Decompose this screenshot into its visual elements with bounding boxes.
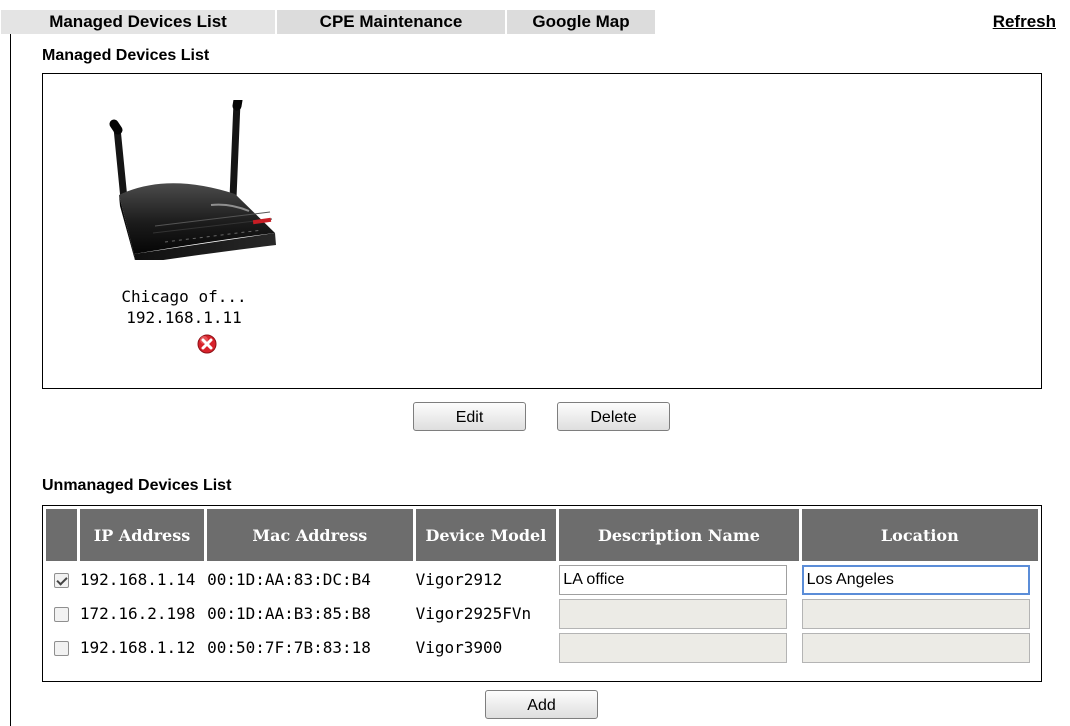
device-model-cell: Vigor2925FVn: [415, 604, 532, 623]
device-model-cell: Vigor2912: [415, 570, 503, 589]
device-model-header-label: Device Model: [425, 525, 547, 545]
location-input[interactable]: [801, 632, 1030, 663]
mac-address-column-header: Mac Address: [207, 509, 413, 561]
error-icon: [197, 334, 217, 354]
location-input-cell: [801, 598, 1038, 629]
edit-button[interactable]: Edit: [413, 402, 526, 431]
managed-device-ip: 192.168.1.11: [126, 308, 242, 327]
description-input-cell: [559, 632, 798, 663]
description-name-input[interactable]: [559, 632, 788, 663]
tab-google-map[interactable]: Google Map: [506, 10, 656, 34]
device-model-cell: Vigor3900: [415, 638, 503, 657]
mac-address-cell: 00:1D:AA:83:DC:B4: [207, 570, 371, 589]
row-checkbox-cell: [46, 632, 77, 663]
location-input-cell: [801, 564, 1038, 595]
ip-address-column-header: IP Address: [79, 509, 205, 561]
managed-device-card[interactable]: Chicago of... 192.168.1.11: [79, 100, 289, 380]
select-column-header: [46, 509, 77, 561]
refresh-link[interactable]: Refresh: [993, 10, 1056, 34]
page: Managed Devices List CPE Maintenance Goo…: [0, 0, 1070, 726]
delete-button[interactable]: Delete: [557, 402, 670, 431]
ip-address-cell: 172.16.2.198: [79, 604, 196, 623]
location-input-cell: [801, 632, 1038, 663]
ip-address-cell: 192.168.1.14: [79, 570, 196, 589]
router-device-image: [109, 100, 276, 260]
table-row: 172.16.2.198 00:1D:AA:B3:85:B8 Vigor2925…: [46, 598, 1038, 629]
row-checkbox-cell: [46, 564, 77, 595]
unmanaged-devices-table: IP Address Mac Address Device Model Desc…: [43, 506, 1041, 666]
managed-devices-panel: Chicago of... 192.168.1.11: [42, 73, 1042, 389]
unmanaged-devices-heading: Unmanaged Devices List: [42, 477, 232, 494]
location-input[interactable]: [801, 564, 1030, 595]
row-checkbox-cell: [46, 598, 77, 629]
mac-address-cell: 00:1D:AA:B3:85:B8: [207, 604, 371, 623]
mac-address-cell: 00:50:7F:7B:83:18: [207, 638, 371, 657]
row-checkbox[interactable]: [53, 573, 69, 588]
description-name-column-header: Description Name: [559, 509, 799, 561]
tab-bar: Managed Devices List CPE Maintenance Goo…: [0, 0, 1070, 34]
description-name-input[interactable]: [559, 598, 788, 629]
row-checkbox[interactable]: [53, 641, 69, 656]
unmanaged-devices-table-panel: IP Address Mac Address Device Model Desc…: [42, 505, 1042, 682]
managed-device-name: Chicago of...: [121, 287, 247, 306]
table-row: 192.168.1.12 00:50:7F:7B:83:18 Vigor3900: [46, 632, 1038, 663]
managed-devices-heading: Managed Devices List: [42, 47, 210, 64]
tab-managed-devices-list[interactable]: Managed Devices List: [0, 10, 276, 34]
description-input-cell: [559, 598, 798, 629]
table-header-row: IP Address Mac Address Device Model Desc…: [46, 509, 1038, 561]
device-model-column-header: Device Model: [415, 509, 557, 561]
description-name-input[interactable]: [559, 564, 788, 595]
ip-address-cell: 192.168.1.12: [79, 638, 196, 657]
description-input-cell: [559, 564, 798, 595]
row-checkbox[interactable]: [53, 607, 69, 622]
tab-cpe-maintenance[interactable]: CPE Maintenance: [276, 10, 506, 34]
add-button[interactable]: Add: [485, 690, 598, 719]
location-input[interactable]: [801, 598, 1030, 629]
location-column-header: Location: [801, 509, 1038, 561]
table-row: 192.168.1.14 00:1D:AA:83:DC:B4 Vigor2912: [46, 564, 1038, 595]
content-left-border: [10, 34, 11, 726]
